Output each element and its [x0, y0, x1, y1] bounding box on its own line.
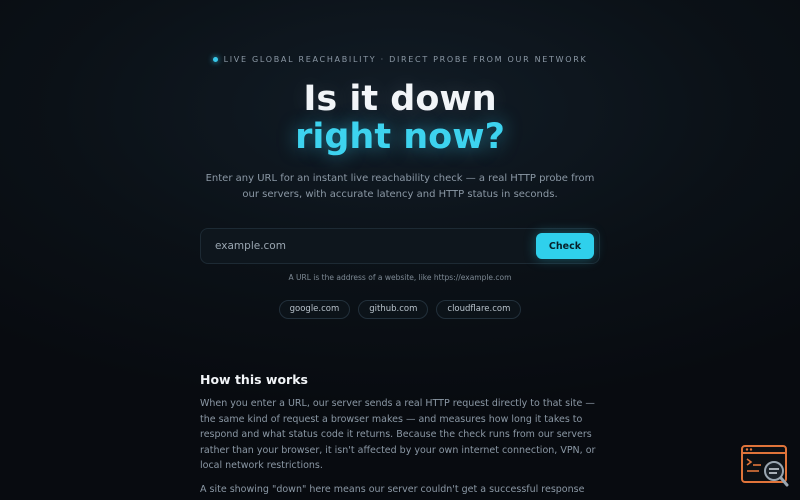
hero-title-line1: Is it down — [303, 79, 497, 119]
quick-link-github[interactable]: github.com — [358, 300, 429, 319]
url-search-bar: Check — [200, 228, 600, 264]
quick-link-cloudflare[interactable]: cloudflare.com — [436, 300, 522, 319]
url-hint: A URL is the address of a website, like … — [288, 273, 512, 282]
quick-links: google.com github.com cloudflare.com — [0, 300, 800, 319]
how-it-works-paragraph-2: A site showing "down" here means our ser… — [200, 484, 585, 500]
page: LIVE GLOBAL REACHABILITY · DIRECT PROBE … — [0, 0, 800, 500]
check-button[interactable]: Check — [536, 233, 594, 259]
eyebrow: LIVE GLOBAL REACHABILITY · DIRECT PROBE … — [0, 55, 800, 64]
live-dot-icon — [212, 57, 218, 62]
hero-subtitle: Enter any URL for an instant live reacha… — [205, 173, 595, 200]
quick-link-google[interactable]: google.com — [278, 300, 351, 319]
url-input[interactable] — [215, 240, 536, 252]
hero-title-line2: right now? — [295, 117, 505, 157]
eyebrow-text: LIVE GLOBAL REACHABILITY · DIRECT PROBE … — [223, 55, 588, 64]
terminal-search-icon[interactable] — [741, 445, 789, 487]
how-it-works-title: How this works — [200, 372, 308, 387]
how-it-works-paragraph: When you enter a URL, our server sends a… — [200, 398, 596, 471]
